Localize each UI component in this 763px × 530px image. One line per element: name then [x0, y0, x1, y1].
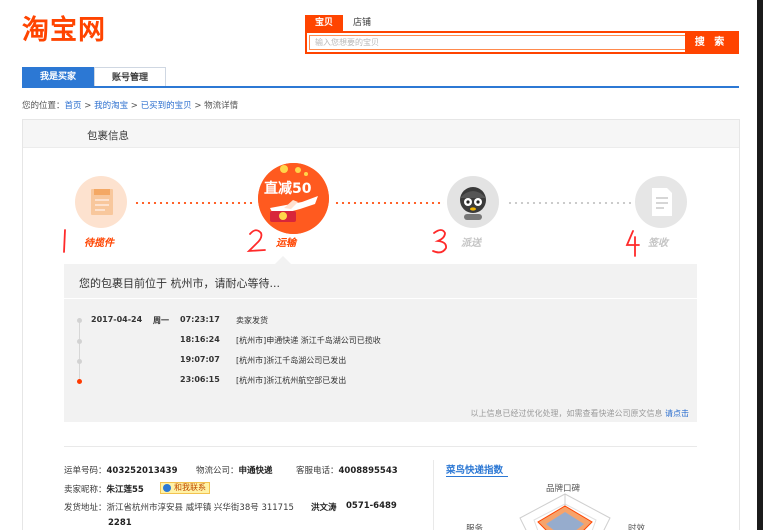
promo-badge: 直减50 — [264, 181, 312, 197]
step-connector-3 — [507, 202, 631, 204]
cainiao-title-underline — [446, 476, 508, 477]
handwritten-number-1 — [63, 229, 66, 253]
footnote: 以上信息已经过优化处理，如需查看快递公司原文信息 请点击 — [470, 408, 689, 419]
courier-icon — [447, 176, 499, 228]
radar-axis-label: 时效 — [628, 524, 646, 530]
search-button[interactable]: 搜 索 — [685, 33, 737, 52]
timeline-dot-current — [77, 379, 82, 384]
package-icon — [75, 176, 127, 228]
breadcrumb-current: 物流详情 — [204, 101, 239, 111]
seller-info: 卖家昵称：朱江莲55 — [64, 483, 144, 495]
section-divider — [64, 446, 697, 447]
ship-address: 浙江省杭州市淳安县 威坪镇 兴华街38号 311715 — [106, 503, 294, 513]
account-nav: 我是买家 账号管理 — [22, 67, 166, 87]
status-message: 您的包裹目前位于 杭州市，请耐心等待... — [79, 277, 280, 290]
sender-info: 洪文涛 — [311, 501, 337, 513]
company-info: 物流公司：申通快递 — [196, 464, 273, 476]
service-phone: 4008895543 — [338, 466, 398, 476]
wangwang-icon — [163, 484, 171, 492]
timeline-desc: 卖家发货 — [236, 316, 268, 325]
timeline-dot — [77, 359, 82, 364]
company-name: 申通快递 — [238, 466, 273, 476]
step-connector-2 — [334, 202, 444, 204]
footnote-text: 以上信息已经过优化处理，如需查看快递公司原文信息 — [470, 409, 663, 418]
tracking-info: 运单号码：403252013439 — [64, 464, 178, 476]
tab-account-settings[interactable]: 账号管理 — [94, 67, 166, 87]
logo-text: 淘宝网 — [22, 15, 106, 46]
timeline-dot — [77, 339, 82, 344]
company-label: 物流公司： — [196, 466, 239, 476]
breadcrumb-bought-items[interactable]: 已买到的宝贝 — [141, 101, 192, 111]
seller-label: 卖家昵称： — [64, 485, 107, 495]
sender-phone-cont: 2281 — [108, 518, 132, 528]
contact-label: 和我联系 — [174, 483, 206, 492]
view-original-link[interactable]: 请点击 — [665, 409, 689, 418]
panel-header: 包裹信息 — [23, 120, 739, 148]
search-input[interactable] — [309, 35, 687, 50]
seller-nickname: 朱江莲55 — [106, 485, 144, 495]
address-label: 发货地址： — [64, 503, 107, 513]
timeline-date: 2017-04-24 — [91, 315, 143, 324]
column-divider — [433, 460, 434, 530]
search-tab-shops[interactable]: 店铺 — [343, 15, 381, 32]
timeline-time: 18:16:24 — [180, 335, 220, 344]
timeline-time: 07:23:17 — [180, 315, 220, 324]
breadcrumb: 您的位置：首页 > 我的淘宝 > 已买到的宝贝 > 物流详情 — [22, 99, 238, 111]
window-frame-edge — [757, 0, 763, 530]
document-icon — [635, 176, 687, 228]
handwritten-number-3 — [432, 229, 447, 254]
timeline-line — [79, 318, 80, 380]
phone-label: 客服电话： — [296, 466, 339, 476]
step-label-delivering: 派送 — [461, 238, 481, 249]
panel-title: 包裹信息 — [87, 130, 129, 142]
timeline-time: 19:07:07 — [180, 355, 220, 364]
timeline-weekday: 周一 — [153, 316, 169, 325]
radar-chart-icon — [519, 493, 611, 530]
sender-phone-info: 0571-6489 — [346, 501, 397, 511]
breadcrumb-my-taobao[interactable]: 我的淘宝 — [94, 101, 128, 111]
address-info: 发货地址：浙江省杭州市淳安县 威坪镇 兴华街38号 311715 — [64, 501, 294, 513]
taobao-logo[interactable]: 淘宝网 — [22, 16, 106, 46]
radar-axis-label: 服务 — [466, 524, 484, 530]
breadcrumb-separator: > — [128, 101, 141, 111]
breadcrumb-home[interactable]: 首页 — [65, 101, 82, 111]
promo-plane-icon[interactable]: 直减50 — [258, 163, 329, 234]
step-connector-1 — [134, 202, 254, 204]
search-tabs: 宝贝 店铺 — [305, 15, 381, 32]
breadcrumb-separator: > — [191, 101, 205, 111]
phone-info: 客服电话：4008895543 — [296, 464, 398, 476]
sender-name: 洪文涛 — [311, 503, 337, 513]
breadcrumb-prefix: 您的位置： — [22, 101, 65, 111]
tab-buyer[interactable]: 我是买家 — [22, 67, 94, 87]
tracking-label: 运单号码： — [64, 466, 107, 476]
step-label-in-transit: 运输 — [276, 238, 296, 249]
timeline-dot — [77, 318, 82, 323]
contact-seller-button[interactable]: 和我联系 — [160, 482, 210, 494]
tracking-number: 403252013439 — [106, 466, 178, 476]
step-label-awaiting-pickup: 待揽件 — [84, 238, 114, 249]
status-divider — [64, 298, 697, 299]
search-tab-items[interactable]: 宝贝 — [305, 15, 344, 32]
cainiao-index-title: 菜鸟快递指数 — [446, 465, 504, 476]
timeline-desc: [杭州市]浙江千岛湖公司已发出 — [236, 356, 347, 365]
timeline-desc: [杭州市]浙江杭州航空部已发出 — [236, 376, 347, 385]
nav-underline — [22, 86, 739, 88]
sender-phone-continued: 2281 — [108, 518, 132, 528]
search-box: 搜 索 — [305, 31, 739, 54]
timeline-time: 23:06:15 — [180, 375, 220, 384]
timeline-desc: [杭州市]申通快递 浙江千岛湖公司已揽收 — [236, 336, 381, 345]
sender-phone: 0571-6489 — [346, 501, 397, 511]
handwritten-number-4 — [625, 230, 640, 257]
step-label-signed: 签收 — [648, 238, 668, 249]
handwritten-number-2 — [246, 229, 266, 253]
breadcrumb-separator: > — [81, 101, 95, 111]
